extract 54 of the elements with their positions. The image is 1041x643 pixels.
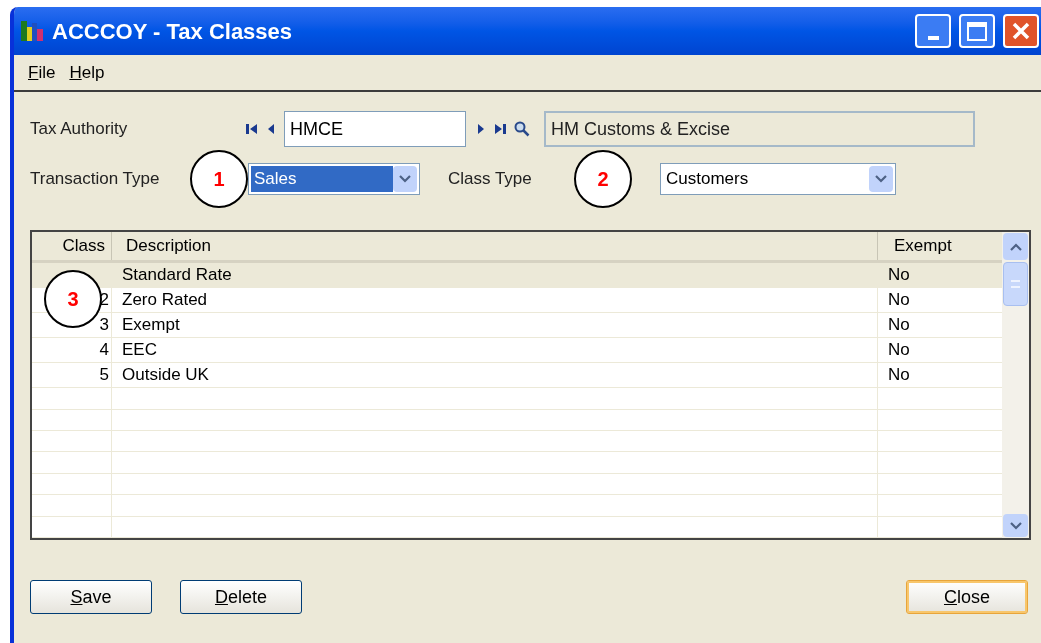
table-cell-text: Standard Rate <box>122 264 232 287</box>
table-cell-text: No <box>888 264 910 287</box>
last-record-icon[interactable] <box>494 122 508 136</box>
table-row[interactable]: 5 Outside UK No <box>32 363 1002 389</box>
maximize-button[interactable] <box>959 14 995 48</box>
minimize-button[interactable] <box>915 14 951 48</box>
app-icon <box>20 19 44 43</box>
table-cell-text: 5 <box>99 364 109 387</box>
dropdown[interactable]: Customers <box>660 163 896 195</box>
table-cell-text: No <box>888 339 910 362</box>
action-button[interactable]: Save <box>30 580 152 614</box>
table-cell-text: Exempt <box>122 314 180 337</box>
dropdown-value: Sales <box>251 166 393 192</box>
table-row[interactable]: 4 EEC No <box>32 338 1002 364</box>
field-label: Class Type <box>448 168 533 191</box>
table-cell-text: EEC <box>122 339 157 362</box>
table-cell-text: 3 <box>99 314 109 337</box>
table-cell-text: Outside UK <box>122 364 209 387</box>
search-icon[interactable] <box>514 121 530 137</box>
table-row[interactable]: 3 Exempt No <box>32 313 1002 339</box>
dropdown-value: Customers <box>665 168 750 191</box>
table-row[interactable]: Standard Rate No <box>32 263 1002 289</box>
table-cell-text: No <box>888 289 910 312</box>
input-field[interactable]: HMCE <box>284 111 466 147</box>
scroll-up-button[interactable] <box>1003 233 1028 260</box>
first-record-icon[interactable] <box>244 122 258 136</box>
callout-marker: 1 <box>190 150 248 208</box>
table-cell-text: 4 <box>99 339 109 362</box>
column-header[interactable]: Class <box>32 232 112 261</box>
scroll-thumb[interactable] <box>1003 262 1028 306</box>
table-cell-text: 2 <box>99 289 109 312</box>
dropdown[interactable]: Sales <box>248 163 420 195</box>
table-cell-text: No <box>888 364 910 387</box>
menu-item[interactable]: Help <box>69 59 105 86</box>
close-button[interactable] <box>1003 14 1039 48</box>
callout-marker: 2 <box>574 150 632 208</box>
window-title: ACCCOY - Tax Classes <box>52 17 294 46</box>
scrollbar[interactable] <box>1002 232 1029 538</box>
chevron-down-icon <box>869 166 893 192</box>
action-button[interactable]: Close <box>906 580 1028 614</box>
chevron-down-icon <box>393 166 417 192</box>
chevron-down-icon <box>1009 521 1022 530</box>
menu-item[interactable]: File <box>28 59 56 86</box>
field-label: Transaction Type <box>30 168 161 191</box>
action-button[interactable]: Delete <box>180 580 302 614</box>
column-header[interactable]: Exempt <box>878 232 1002 261</box>
close-icon <box>1012 22 1030 40</box>
authority-name-field: HM Customs & Excise <box>544 111 975 147</box>
column-header[interactable]: Description <box>112 232 878 261</box>
table-cell-text: Zero Rated <box>122 289 208 312</box>
scroll-down-button[interactable] <box>1003 514 1028 537</box>
field-label: Tax Authority <box>30 118 129 141</box>
chevron-up-icon <box>1009 242 1022 251</box>
table-cell-text: No <box>888 314 910 337</box>
